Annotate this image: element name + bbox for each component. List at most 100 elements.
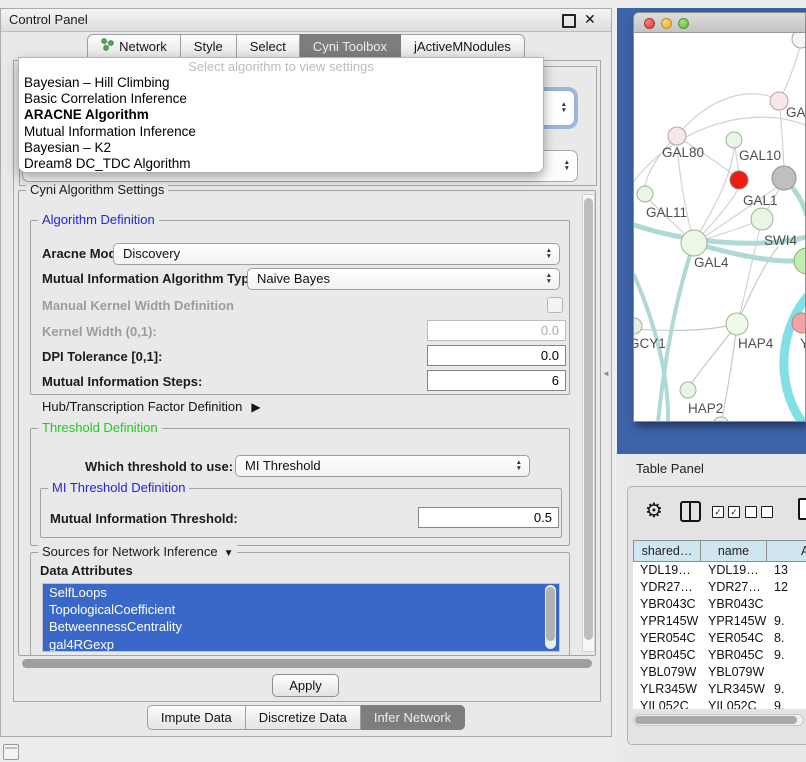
checked-box-icon: ✓ — [712, 506, 724, 518]
network-edge — [694, 148, 734, 243]
network-node[interactable] — [680, 382, 696, 398]
export-table-icon[interactable] — [798, 498, 806, 520]
table-row[interactable]: YDR27…YDR27…12 — [633, 579, 806, 596]
attributes-scrollbar-thumb[interactable] — [546, 587, 555, 641]
float-window-icon[interactable] — [562, 14, 576, 28]
table-row[interactable]: YER054CYER054C8. — [633, 630, 806, 647]
combo-arrows-icon: ▲▼ — [564, 160, 570, 172]
table-body: YDL19…YDL19…13YDR27…YDR27…12YBR043CYBR04… — [633, 562, 806, 709]
dpi-tolerance-input[interactable]: 0.0 — [427, 345, 566, 366]
gear-icon[interactable]: ⚙ — [645, 498, 663, 523]
attribute-selfloops[interactable]: SelfLoops — [43, 584, 559, 601]
network-window-titlebar[interactable] — [634, 13, 805, 33]
unchecked-box-icon — [761, 506, 773, 518]
algorithm-option-dream8-dc-tdc-algorithm[interactable]: Dream8 DC_TDC Algorithm — [19, 156, 543, 172]
cell: YBR045C — [633, 647, 701, 664]
mac-zoom-button[interactable] — [678, 18, 689, 29]
cyni-settings-title: Cyni Algorithm Settings — [26, 182, 168, 197]
algorithm-option-bayesian-k2[interactable]: Bayesian – K2 — [19, 140, 543, 156]
cell: YER054C — [701, 630, 767, 647]
network-node[interactable] — [792, 33, 805, 48]
cell: YIL052C — [701, 698, 767, 709]
node-label: HAP4 — [738, 336, 774, 351]
tab-label: Discretize Data — [259, 709, 347, 726]
network-node[interactable] — [751, 208, 773, 230]
table-row[interactable]: YLR345WYLR345W9. — [633, 681, 806, 698]
tab-label: Style — [194, 38, 223, 56]
node-table[interactable]: shared…nameA YDL19…YDL19…13YDR27…YDR27…1… — [633, 540, 806, 709]
mi-steps-label: Mutual Information Steps: — [42, 374, 202, 389]
table-row[interactable]: YBR043CYBR043C — [633, 596, 806, 613]
kernel-width-input[interactable]: 0.0 — [427, 320, 566, 341]
node-label: GAL80 — [662, 145, 704, 160]
attribute-gal4rgexp[interactable]: gal4RGexp — [43, 636, 559, 652]
manual-kernel-checkbox[interactable] — [547, 297, 563, 313]
cell: YBR043C — [633, 596, 701, 613]
network-node[interactable] — [772, 166, 796, 190]
mi-threshold-input[interactable]: 0.5 — [418, 507, 559, 528]
network-graph: GAL7GAL80GAL10GAL1GAL11SWI4GAL4GCY1HAP4Y… — [634, 33, 805, 421]
column-header-name[interactable]: name — [701, 540, 767, 562]
tab-discretize-data[interactable]: Discretize Data — [246, 705, 361, 730]
aracne-mode-select[interactable]: Discovery ▲▼ — [113, 243, 560, 265]
algorithm-option-bayesian-hill-climbing[interactable]: Bayesian – Hill Climbing — [19, 75, 543, 91]
hub-definition-expander[interactable]: Hub/Transcription Factor Definition▶ — [42, 399, 261, 414]
mac-minimize-button[interactable] — [661, 18, 672, 29]
settings-horizontal-scrollbar-thumb[interactable] — [22, 659, 592, 668]
control-panel-titlebar — [1, 9, 611, 32]
network-node[interactable] — [668, 127, 686, 145]
deselect-all-checkboxes-icon[interactable] — [745, 506, 773, 518]
data-attributes-list[interactable]: SelfLoopsTopologicalCoefficientBetweenne… — [42, 583, 560, 652]
network-node[interactable] — [681, 230, 707, 256]
cell: YER054C — [633, 630, 701, 647]
cell: YPR145W — [633, 613, 701, 630]
mi-threshold-label: Mutual Information Threshold: — [50, 511, 238, 526]
node-label: GAL1 — [743, 193, 778, 208]
mi-type-select[interactable]: Naive Bayes ▲▼ — [247, 268, 560, 290]
tab-label: Network — [119, 38, 167, 56]
tab-infer-network[interactable]: Infer Network — [361, 705, 465, 730]
threshold-definition-title: Threshold Definition — [38, 420, 162, 435]
table-row[interactable]: YBR045CYBR045C9. — [633, 647, 806, 664]
mi-steps-input[interactable]: 6 — [427, 370, 566, 391]
network-canvas[interactable]: GAL7GAL80GAL10GAL1GAL11SWI4GAL4GCY1HAP4Y… — [634, 33, 805, 421]
attribute-topologicalcoefficient[interactable]: TopologicalCoefficient — [43, 601, 559, 618]
network-node[interactable] — [713, 417, 729, 421]
splitter-collapse-icon[interactable]: ◄ — [602, 369, 610, 378]
tab-impute-data[interactable]: Impute Data — [147, 705, 246, 730]
network-node[interactable] — [726, 132, 742, 148]
settings-vertical-scrollbar-thumb[interactable] — [584, 198, 593, 640]
network-node[interactable] — [794, 248, 805, 274]
network-view-window[interactable]: GAL7GAL80GAL10GAL1GAL11SWI4GAL4GCY1HAP4Y… — [633, 12, 806, 422]
unchecked-box-icon — [745, 506, 757, 518]
sources-title-label: Sources for Network Inference — [42, 544, 218, 559]
which-threshold-select[interactable]: MI Threshold ▲▼ — [235, 455, 530, 477]
table-row[interactable]: YPR145WYPR145W9. — [633, 613, 806, 630]
mac-close-button[interactable] — [644, 18, 655, 29]
column-header-a[interactable]: A — [767, 540, 806, 562]
attribute-betweennesscentrality[interactable]: BetweennessCentrality — [43, 618, 559, 635]
columns-icon[interactable] — [680, 501, 701, 522]
algorithm-option-aracne-algorithm[interactable]: ARACNE Algorithm — [19, 107, 543, 123]
network-node[interactable] — [726, 313, 748, 335]
mi-type-label: Mutual Information Algorithm Type: — [42, 271, 261, 286]
algorithm-option-basic-correlation-inference[interactable]: Basic Correlation Inference — [19, 91, 543, 107]
minimized-panel-icon[interactable] — [3, 744, 19, 760]
select-all-checkboxes-icon[interactable]: ✓✓ — [712, 506, 740, 518]
tab-label: Infer Network — [374, 709, 451, 726]
data-attributes-label: Data Attributes — [40, 563, 133, 578]
column-header-shared[interactable]: shared… — [633, 540, 701, 562]
checked-box-icon: ✓ — [728, 506, 740, 518]
control-panel-title: Control Panel — [9, 12, 88, 27]
table-horizontal-scrollbar-thumb[interactable] — [635, 716, 797, 724]
network-node[interactable] — [637, 186, 653, 202]
table-row[interactable]: YBL079WYBL079W — [633, 664, 806, 681]
apply-button[interactable]: Apply — [272, 674, 339, 697]
sources-title[interactable]: Sources for Network Inference▼ — [38, 544, 237, 561]
algorithm-option-mutual-information-inference[interactable]: Mutual Information Inference — [19, 124, 543, 140]
table-row[interactable]: YIL052CYIL052C9. — [633, 698, 806, 709]
network-node[interactable] — [730, 171, 748, 189]
network-node[interactable] — [634, 318, 642, 334]
close-icon[interactable]: ✕ — [584, 11, 596, 28]
table-row[interactable]: YDL19…YDL19…13 — [633, 562, 806, 579]
